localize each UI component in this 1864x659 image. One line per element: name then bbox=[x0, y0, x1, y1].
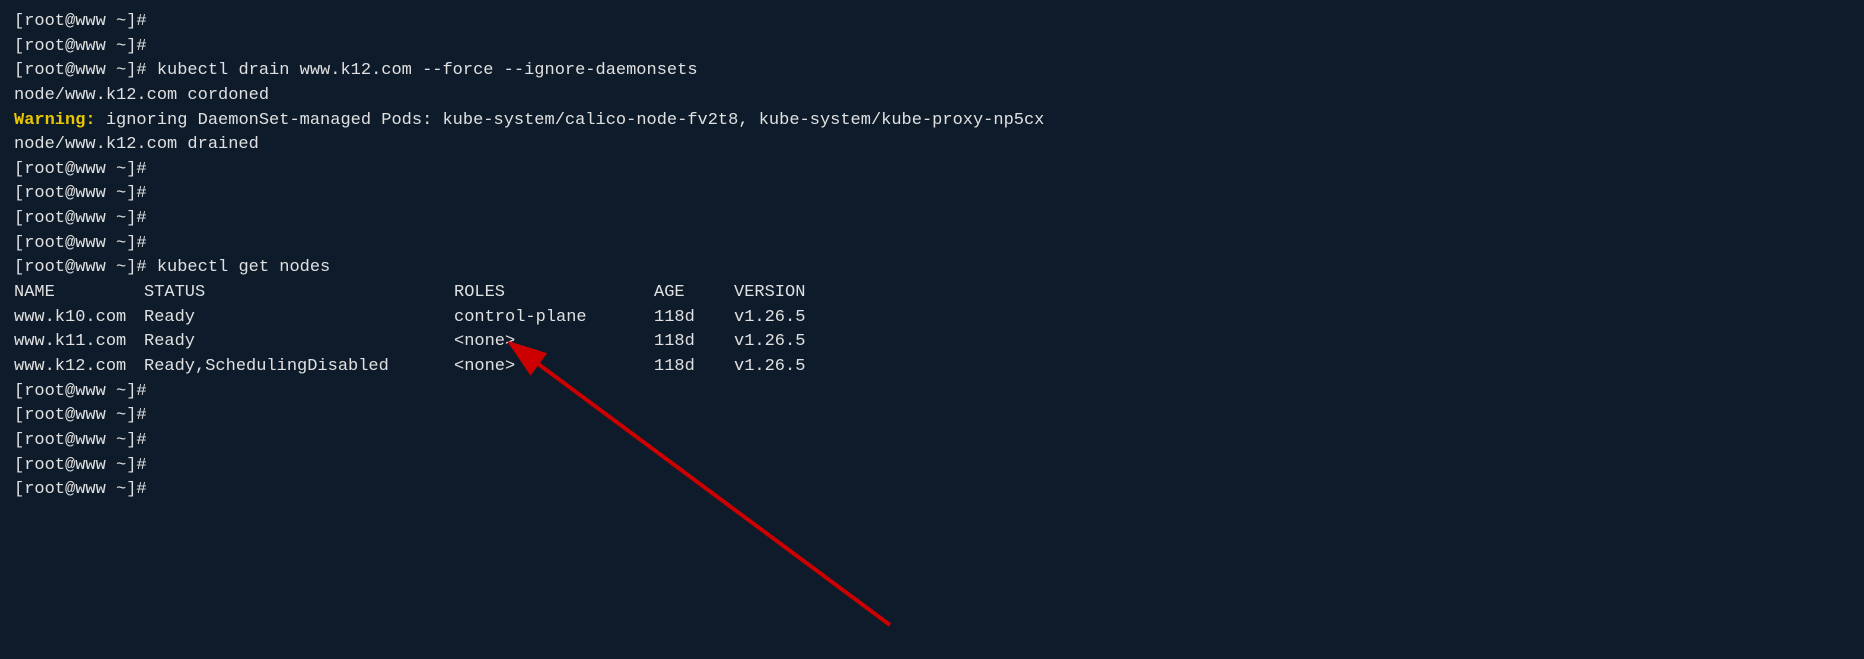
line-11-cmd: [root@www ~]# kubectl get nodes bbox=[14, 256, 1850, 281]
terminal-window: [root@www ~]# [root@www ~]# [root@www ~]… bbox=[0, 0, 1864, 659]
line-3: [root@www ~]# kubectl drain www.k12.com … bbox=[14, 59, 1850, 84]
line-5-warning: Warning: ignoring DaemonSet-managed Pods… bbox=[14, 109, 1850, 134]
table-row-k12: www.k12.comReady,SchedulingDisabled<none… bbox=[14, 355, 1850, 380]
line-2: [root@www ~]# bbox=[14, 35, 1850, 60]
line-8: [root@www ~]# bbox=[14, 182, 1850, 207]
table-row-k10: www.k10.comReadycontrol-plane118dv1.26.5 bbox=[14, 306, 1850, 331]
line-17: [root@www ~]# bbox=[14, 404, 1850, 429]
line-1: [root@www ~]# bbox=[14, 10, 1850, 35]
line-9: [root@www ~]# bbox=[14, 207, 1850, 232]
line-18: [root@www ~]# bbox=[14, 429, 1850, 454]
line-4: node/www.k12.com cordoned bbox=[14, 84, 1850, 109]
terminal-output: [root@www ~]# [root@www ~]# [root@www ~]… bbox=[14, 10, 1850, 503]
line-16: [root@www ~]# bbox=[14, 380, 1850, 405]
line-19: [root@www ~]# bbox=[14, 454, 1850, 479]
line-20: [root@www ~]# bbox=[14, 478, 1850, 503]
warning-label: Warning: bbox=[14, 111, 96, 130]
line-7: [root@www ~]# bbox=[14, 158, 1850, 183]
table-row-k11: www.k11.comReady<none>118dv1.26.5 bbox=[14, 330, 1850, 355]
line-10: [root@www ~]# bbox=[14, 232, 1850, 257]
table-header: NAMESTATUSROLESAGEVERSION bbox=[14, 281, 1850, 306]
line-6: node/www.k12.com drained bbox=[14, 133, 1850, 158]
